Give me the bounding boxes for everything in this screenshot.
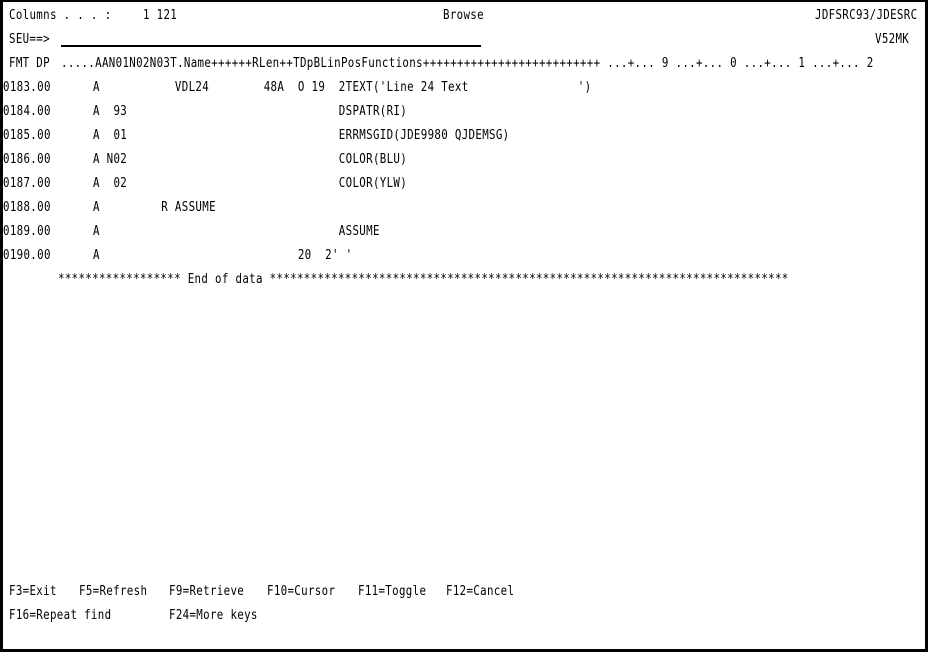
sequence-number: 0189.00 <box>3 224 51 239</box>
sequence-number: 0187.00 <box>3 176 51 191</box>
source-file-name: JDFSRC93/JDESRC <box>815 8 918 23</box>
sequence-number: 0188.00 <box>3 200 51 215</box>
source-line[interactable]: A ASSUME <box>93 223 380 241</box>
command-input[interactable] <box>61 28 481 45</box>
f24-more-keys-key[interactable]: F24=More keys <box>169 607 258 625</box>
f9-retrieve-key[interactable]: F9=Retrieve <box>169 583 244 601</box>
f12-cancel-key[interactable]: F12=Cancel <box>446 583 514 601</box>
f11-toggle-key[interactable]: F11=Toggle <box>358 583 426 601</box>
sequence-number: 0185.00 <box>3 128 51 143</box>
sequence-number: 0190.00 <box>3 248 51 263</box>
command-input-underline <box>61 45 481 47</box>
source-line[interactable]: A 93 DSPATR(RI) <box>93 103 407 121</box>
columns-value: 1 121 <box>143 8 178 23</box>
sequence-number: 0184.00 <box>3 104 51 119</box>
terminal-screen: Columns . . . : 1 121 Browse JDFSRC93/JD… <box>0 0 928 652</box>
columns-label: Columns . . . : <box>9 8 112 23</box>
f5-refresh-key[interactable]: F5=Refresh <box>79 583 147 601</box>
source-line[interactable]: A 20 2' ' <box>93 247 352 265</box>
f10-cursor-key[interactable]: F10=Cursor <box>267 583 335 601</box>
sequence-number: 0183.00 <box>3 80 51 95</box>
member-name: V52MK <box>875 32 910 47</box>
mode-title: Browse <box>443 8 484 23</box>
format-prompt: FMT DP <box>9 56 50 71</box>
end-of-data-marker: ****************** End of data *********… <box>58 272 789 287</box>
source-line[interactable]: A R ASSUME <box>93 199 216 217</box>
f3-exit-key[interactable]: F3=Exit <box>9 583 57 601</box>
source-line[interactable]: A 01 ERRMSGID(JDE9980 QJDEMSG) <box>93 127 510 145</box>
source-line[interactable]: A VDL24 48A O 19 2TEXT('Line 24 Text ') <box>93 79 591 97</box>
sequence-number: 0186.00 <box>3 152 51 167</box>
source-line[interactable]: A 02 COLOR(YLW) <box>93 175 407 193</box>
format-ruler: .....AAN01N02N03T.Name++++++RLen++TDpBLi… <box>61 56 874 71</box>
source-line[interactable]: A N02 COLOR(BLU) <box>93 151 407 169</box>
command-prompt: SEU==> <box>9 32 50 47</box>
f16-repeat-find-key[interactable]: F16=Repeat find <box>9 607 111 625</box>
